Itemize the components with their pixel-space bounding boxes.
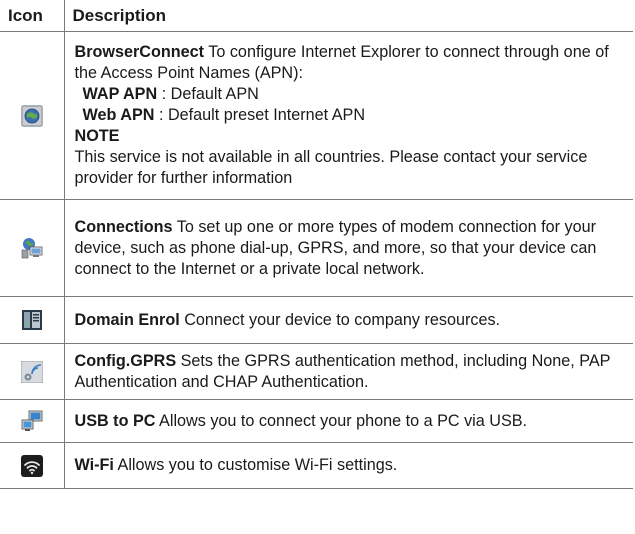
- sub-item-text: Default APN: [170, 85, 259, 103]
- row-title: Wi-Fi: [74, 456, 114, 474]
- table-row: Domain Enrol Connect your device to comp…: [0, 296, 633, 344]
- row-text: Allows you to customise Wi-Fi settings.: [117, 456, 398, 474]
- list-item: WAP APN : Default APN: [75, 84, 628, 105]
- connections-globe-computer-icon: [21, 238, 43, 259]
- description-cell: Domain Enrol Connect your device to comp…: [64, 296, 633, 344]
- table-row: USB to PC Allows you to connect your pho…: [0, 399, 633, 443]
- note-text: This service is not available in all cou…: [74, 148, 588, 187]
- description-cell: BrowserConnect To configure Internet Exp…: [64, 31, 633, 200]
- icon-cell: [0, 343, 65, 400]
- wifi-icon: [20, 454, 43, 477]
- icon-cell: [0, 442, 65, 489]
- description-cell: Wi-Fi Allows you to customise Wi-Fi sett…: [64, 442, 633, 489]
- note-label: NOTE: [74, 127, 120, 145]
- settings-table: Icon Description BrowserConnect To confi…: [0, 0, 633, 489]
- table-row: Wi-Fi Allows you to customise Wi-Fi sett…: [0, 442, 633, 489]
- table-row: BrowserConnect To configure Internet Exp…: [0, 31, 633, 200]
- row-title: Domain Enrol: [74, 310, 180, 329]
- sub-item-text: Default preset Internet APN: [167, 106, 366, 124]
- row-title: Connections: [74, 217, 173, 236]
- icon-cell: [0, 399, 65, 443]
- row-title: USB to PC: [74, 411, 156, 430]
- description-cell: USB to PC Allows you to connect your pho…: [64, 399, 633, 443]
- list-item: Web APN : Default preset Internet APN: [75, 105, 628, 126]
- description-cell: Config.GPRS Sets the GPRS authentication…: [64, 343, 633, 400]
- domain-enrol-server-icon: [21, 310, 42, 330]
- table-header-row: Icon Description: [0, 0, 633, 32]
- config-gprs-signal-gear-icon: [20, 360, 43, 383]
- row-text: Allows you to connect your phone to a PC…: [159, 411, 528, 430]
- description-cell: Connections To set up one or more types …: [64, 199, 633, 297]
- table-row: Connections To set up one or more types …: [0, 199, 633, 297]
- table-row: Config.GPRS Sets the GPRS authentication…: [0, 343, 633, 400]
- sub-item-label: WAP APN: [82, 85, 158, 103]
- header-icon: Icon: [0, 0, 65, 32]
- row-title: BrowserConnect: [74, 43, 205, 61]
- usb-to-pc-monitors-icon: [21, 410, 43, 431]
- header-description: Description: [64, 0, 633, 32]
- sub-item-label: Web APN: [82, 106, 155, 124]
- icon-cell: [0, 31, 65, 200]
- icon-cell: [0, 199, 65, 297]
- sub-item-separator: :: [154, 106, 168, 124]
- icon-cell: [0, 296, 65, 344]
- row-title: Config.GPRS: [74, 351, 177, 370]
- row-text: Connect your device to company resources…: [184, 310, 501, 329]
- sub-item-separator: :: [157, 85, 171, 103]
- browser-connect-globe-icon: [20, 104, 43, 127]
